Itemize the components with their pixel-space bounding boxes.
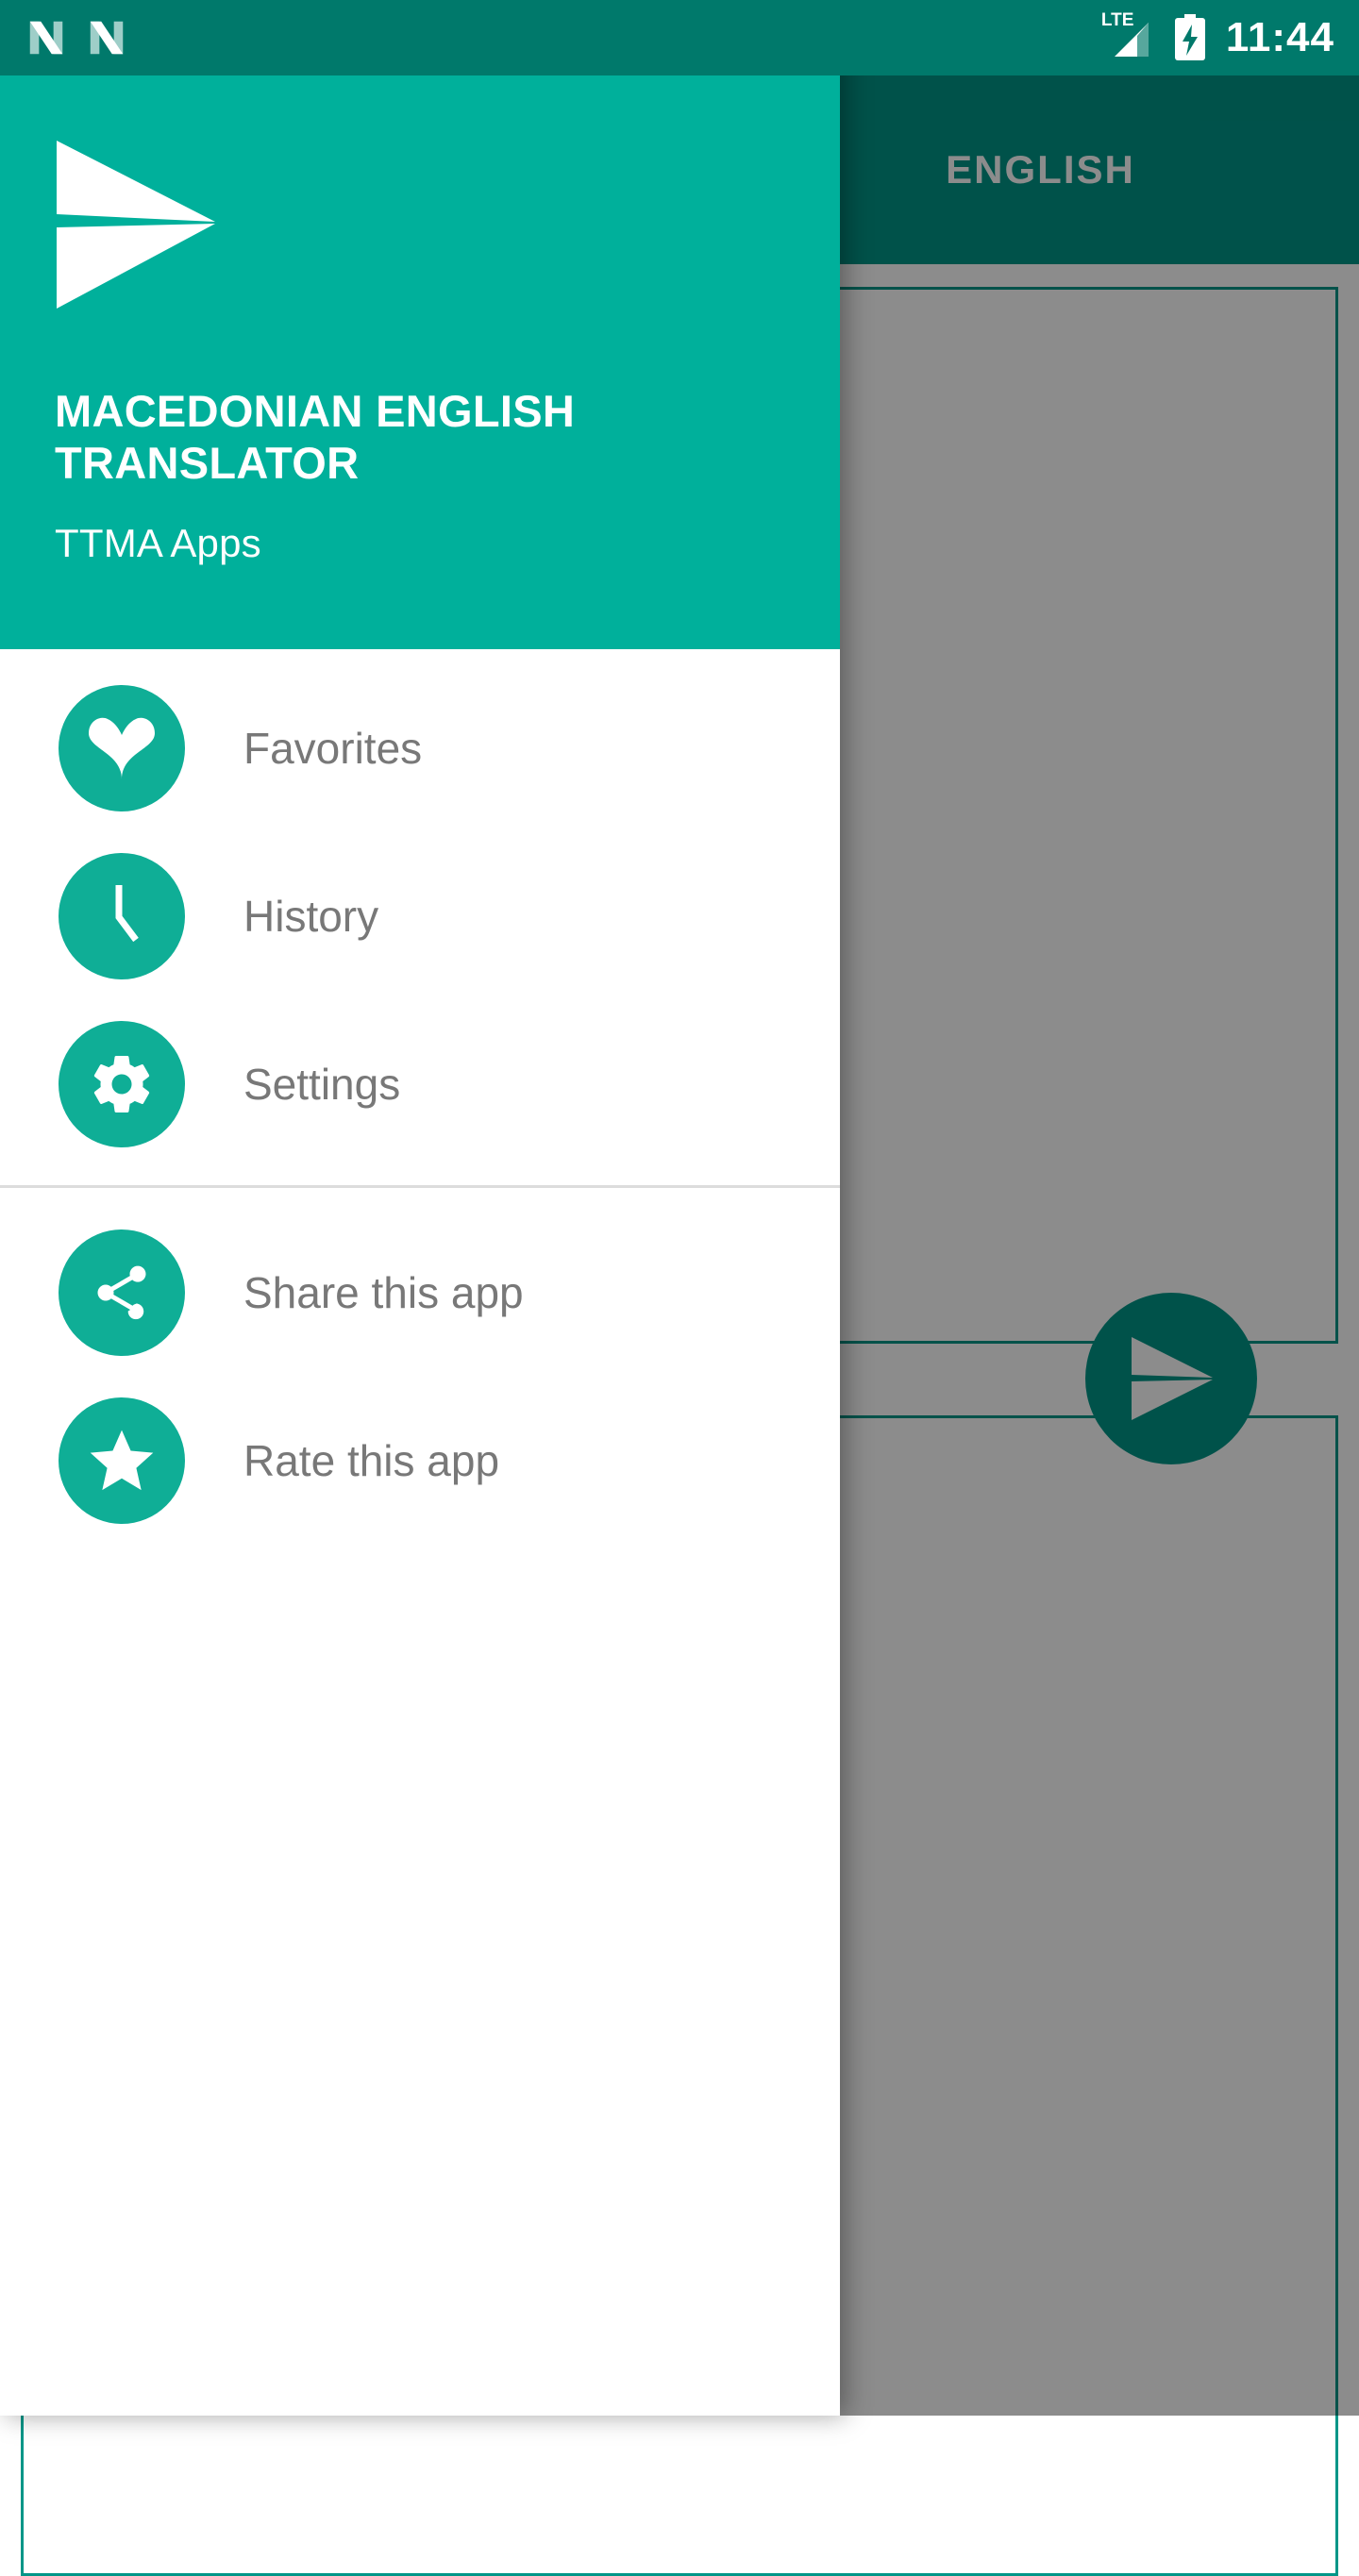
- sidebar-item-favorites[interactable]: Favorites: [0, 664, 840, 832]
- share-icon-badge: [59, 1229, 185, 1356]
- drawer-primary-list: Favorites History Settings: [0, 649, 840, 1168]
- heart-icon: [89, 717, 155, 779]
- signal-bars-icon: LTE: [1101, 11, 1154, 60]
- share-icon: [97, 1265, 146, 1320]
- clock-icon: [115, 885, 139, 943]
- navigation-drawer: MACEDONIAN ENGLISH TRANSLATOR TTMA Apps …: [0, 0, 840, 2416]
- status-bar: LTE 11:44: [0, 0, 1359, 75]
- drawer-secondary-list: Share this app Rate this app: [0, 1209, 840, 1545]
- sidebar-item-label: Settings: [243, 1060, 401, 1109]
- heart-icon-badge: [59, 685, 185, 811]
- status-bar-clock: 11:44: [1225, 14, 1334, 60]
- sidebar-item-history[interactable]: History: [0, 832, 840, 1000]
- sidebar-item-label: Favorites: [243, 724, 423, 773]
- sidebar-item-share-this-app[interactable]: Share this app: [0, 1209, 840, 1377]
- drawer-header: MACEDONIAN ENGLISH TRANSLATOR TTMA Apps: [0, 0, 840, 649]
- android-nougat-icon: [90, 21, 124, 55]
- status-indicators: LTE 11:44: [1101, 11, 1334, 61]
- battery-charging-icon: [1174, 14, 1205, 60]
- drawer-divider: [0, 1185, 840, 1188]
- notification-icons: [25, 16, 128, 59]
- sidebar-item-label: Share this app: [243, 1268, 524, 1317]
- sidebar-item-settings[interactable]: Settings: [0, 1000, 840, 1168]
- gear-icon: [93, 1056, 150, 1112]
- star-icon: [90, 1430, 154, 1491]
- drawer-app-subtitle: TTMA Apps: [55, 521, 261, 565]
- clock-icon-badge: [59, 853, 185, 979]
- drawer-app-title: MACEDONIAN ENGLISH TRANSLATOR: [55, 386, 576, 489]
- gear-icon-badge: [59, 1021, 185, 1147]
- sidebar-item-rate-this-app[interactable]: Rate this app: [0, 1377, 840, 1545]
- send-plane-logo: [57, 141, 215, 309]
- star-icon-badge: [59, 1397, 185, 1524]
- android-nougat-icon: [29, 21, 63, 55]
- network-type-label: LTE: [1100, 10, 1134, 30]
- sidebar-item-label: History: [243, 892, 379, 941]
- sidebar-item-label: Rate this app: [243, 1436, 500, 1485]
